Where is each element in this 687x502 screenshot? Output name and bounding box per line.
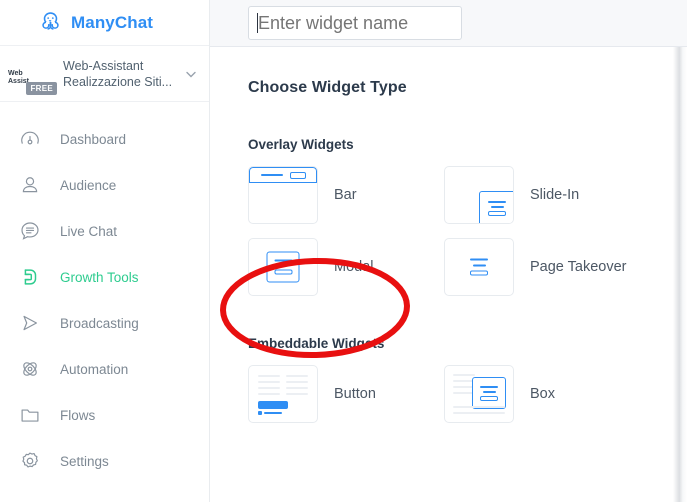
group-title-overlay: Overlay Widgets — [248, 137, 354, 152]
widget-option-label: Modal — [334, 259, 374, 275]
sidebar-item-automation[interactable]: Automation — [0, 346, 209, 392]
brand-name: ManyChat — [71, 12, 154, 32]
overlay-widgets-grid: Bar Slide-In Modal Page Takeover — [248, 166, 687, 296]
atom-icon — [18, 358, 41, 381]
sidebar-item-label: Broadcasting — [60, 315, 139, 331]
widget-option-page-takeover[interactable]: Page Takeover — [444, 238, 640, 296]
folder-icon — [18, 404, 41, 427]
sidebar-item-label: Flows — [60, 407, 96, 423]
widget-bar-icon — [248, 166, 318, 224]
brand-header[interactable]: ManyChat — [0, 0, 209, 46]
widget-option-label: Button — [334, 386, 376, 402]
gauge-icon — [18, 128, 41, 151]
user-icon — [18, 174, 41, 197]
widget-option-label: Slide-In — [530, 187, 580, 203]
widget-slidein-icon — [444, 166, 514, 224]
sidebar-item-label: Settings — [60, 453, 109, 469]
sidebar-item-label: Automation — [60, 361, 129, 377]
widget-option-modal[interactable]: Modal — [248, 238, 444, 296]
send-icon — [18, 312, 41, 335]
widget-name-input[interactable] — [248, 6, 462, 40]
sidebar-item-dashboard[interactable]: Dashboard — [0, 116, 209, 162]
manychat-growth-tools-page: ManyChat Web Assist FREE Web-Assistant R… — [0, 0, 687, 502]
widget-box-icon — [444, 365, 514, 423]
sidebar-item-label: Growth Tools — [60, 269, 139, 285]
widget-option-label: Page Takeover — [530, 259, 627, 275]
octopus-icon — [37, 9, 64, 36]
account-name: Web-Assistant Realizzazione Siti... — [63, 58, 183, 90]
embeddable-widgets-grid: Button Box — [248, 365, 687, 423]
plan-badge: FREE — [26, 81, 57, 95]
widget-type-chooser: Choose Widget Type Overlay Widgets Bar S… — [210, 47, 687, 502]
widget-option-label: Box — [530, 386, 555, 402]
chat-bubble-icon — [18, 220, 41, 243]
widget-option-slide-in[interactable]: Slide-In — [444, 166, 640, 224]
account-switcher[interactable]: Web Assist FREE Web-Assistant Realizzazi… — [0, 46, 209, 102]
text-caret — [257, 13, 258, 33]
sidebar-item-settings[interactable]: Settings — [0, 438, 209, 484]
chevron-down-icon[interactable] — [183, 66, 199, 82]
main-panel: Choose Widget Type Overlay Widgets Bar — [210, 0, 687, 502]
sidebar-item-broadcasting[interactable]: Broadcasting — [0, 300, 209, 346]
sidebar-item-live-chat[interactable]: Live Chat — [0, 208, 209, 254]
account-name-line1: Web-Assistant — [63, 58, 144, 73]
sidebar-item-label: Dashboard — [60, 131, 127, 147]
account-name-line2: Realizzazione Siti... — [63, 74, 173, 89]
group-title-embeddable: Embeddable Widgets — [248, 336, 385, 351]
sidebar-item-label: Live Chat — [60, 223, 118, 239]
sidebar: ManyChat Web Assist FREE Web-Assistant R… — [0, 0, 210, 502]
sidebar-item-label: Audience — [60, 177, 117, 193]
sidebar-nav: Dashboard Audience Live Chat Growth Tool… — [0, 102, 209, 484]
magnet-icon — [18, 266, 41, 289]
gear-icon — [18, 450, 41, 473]
sidebar-item-audience[interactable]: Audience — [0, 162, 209, 208]
widget-topbar — [210, 0, 687, 47]
widget-option-box[interactable]: Box — [444, 365, 640, 423]
widget-option-button[interactable]: Button — [248, 365, 444, 423]
widget-modal-icon — [248, 238, 318, 296]
sidebar-item-growth-tools[interactable]: Growth Tools — [0, 254, 209, 300]
widget-option-bar[interactable]: Bar — [248, 166, 444, 224]
sidebar-item-flows[interactable]: Flows — [0, 392, 209, 438]
widget-pagetakeover-icon — [444, 238, 514, 296]
page-title: Choose Widget Type — [248, 79, 407, 96]
widget-button-icon — [248, 365, 318, 423]
widget-option-label: Bar — [334, 187, 357, 203]
avatar: Web Assist FREE — [8, 54, 57, 95]
